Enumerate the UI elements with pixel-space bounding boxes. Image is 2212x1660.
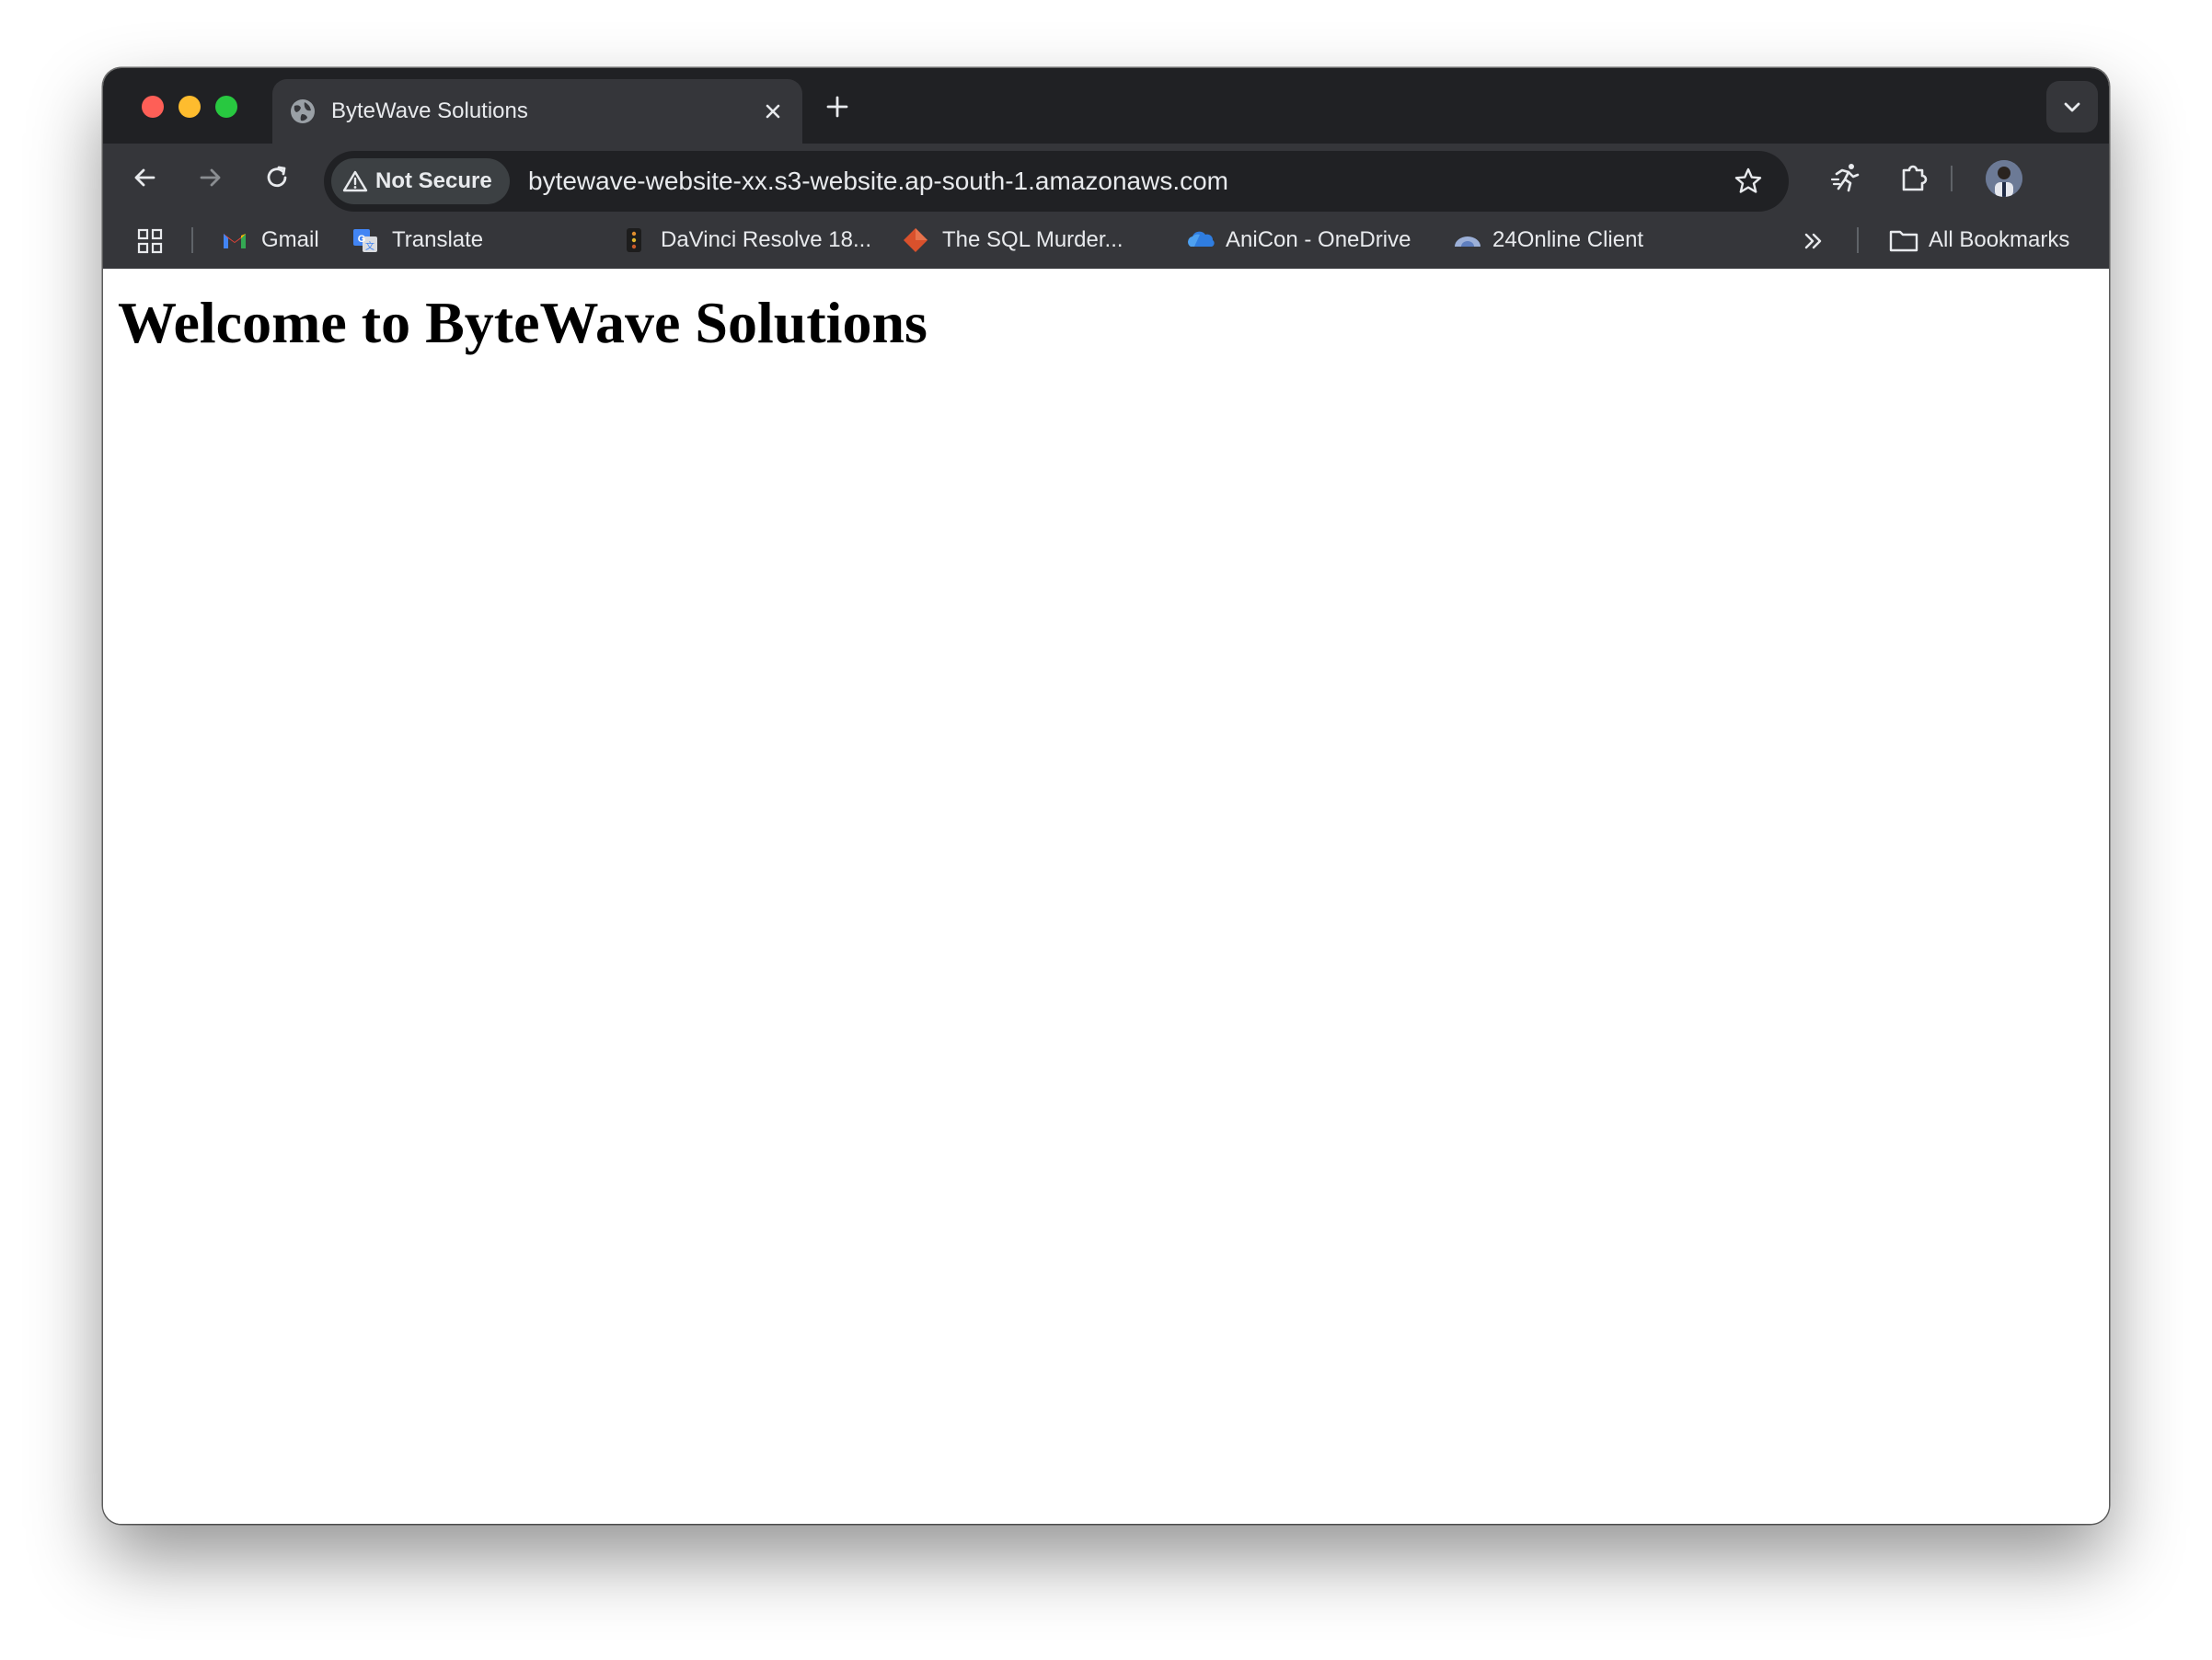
all-bookmarks-button[interactable]: All Bookmarks [1888, 212, 2091, 269]
close-tab-icon[interactable] [760, 98, 786, 124]
diamond-icon [904, 228, 927, 252]
new-tab-icon[interactable] [823, 92, 852, 121]
gmail-icon [224, 234, 246, 248]
bookmarks-divider [191, 227, 193, 253]
tab-search-button[interactable] [2046, 81, 2098, 133]
tab-bytewave[interactable]: ByteWave Solutions [272, 79, 802, 144]
folder-icon [1889, 230, 1918, 252]
apps-grid-icon[interactable] [136, 227, 164, 255]
browser-window: ByteWave Solutions Not Secure bytewave-w… [103, 68, 2109, 1524]
back-icon[interactable] [129, 162, 160, 193]
globe-icon [291, 99, 315, 123]
security-chip-label: Not Secure [375, 168, 492, 193]
bookmark-davinci[interactable]: DaVinci Resolve 18... [620, 212, 878, 269]
tab-title: ByteWave Solutions [331, 98, 528, 123]
bookmarks-divider [1857, 227, 1859, 253]
bookmark-translate[interactable]: G 文 Translate [351, 212, 499, 269]
bookmark-label: 24Online Client [1492, 227, 1644, 252]
cloud-icon [1455, 236, 1480, 247]
warning-icon [342, 170, 368, 192]
security-chip[interactable]: Not Secure [331, 158, 510, 204]
toolbar-divider [1951, 166, 1953, 191]
extensions-icon[interactable] [1897, 161, 1930, 194]
chevron-down-icon [2064, 102, 2080, 112]
profile-picture-icon [1986, 160, 2022, 197]
svg-text:文: 文 [365, 240, 374, 252]
more-bookmarks-icon[interactable] [1802, 229, 1826, 253]
all-bookmarks-label: All Bookmarks [1929, 227, 2070, 252]
onedrive-icon [1188, 231, 1215, 247]
page-heading: Welcome to ByteWave Solutions [118, 290, 927, 355]
reload-icon[interactable] [261, 162, 293, 193]
bookmark-label: Translate [392, 227, 484, 252]
svg-text:G: G [358, 234, 366, 245]
toolbar: Not Secure bytewave-website-xx.s3-websit… [103, 144, 2109, 212]
page-viewport: Welcome to ByteWave Solutions [103, 269, 2109, 1524]
url-text[interactable]: bytewave-website-xx.s3-website.ap-south-… [528, 151, 1228, 212]
bookmark-label: The SQL Murder... [942, 227, 1123, 252]
maximize-window-button[interactable] [215, 96, 237, 118]
close-window-button[interactable] [142, 96, 164, 118]
profile-avatar[interactable] [1986, 160, 2022, 197]
bookmark-sql-murder[interactable]: The SQL Murder... [902, 212, 1141, 269]
bookmarks-bar: Gmail G 文 Translate DaVinci Resolve 18..… [103, 212, 2109, 269]
bookmark-label: DaVinci Resolve 18... [661, 227, 872, 252]
performance-icon[interactable] [1829, 161, 1862, 194]
minimize-window-button[interactable] [179, 96, 201, 118]
bookmark-label: AniCon - OneDrive [1226, 227, 1411, 252]
forward-icon[interactable] [195, 162, 226, 193]
bookmark-label: Gmail [261, 227, 319, 252]
bookmark-star-icon[interactable] [1734, 167, 1763, 196]
bookmark-onedrive[interactable]: AniCon - OneDrive [1185, 212, 1424, 269]
address-bar[interactable]: Not Secure bytewave-website-xx.s3-websit… [324, 151, 1789, 212]
translate-icon: G 文 [353, 229, 377, 252]
tab-strip: ByteWave Solutions [103, 68, 2109, 144]
davinci-icon [627, 228, 641, 252]
bookmark-24online[interactable]: 24Online Client [1452, 212, 1673, 269]
